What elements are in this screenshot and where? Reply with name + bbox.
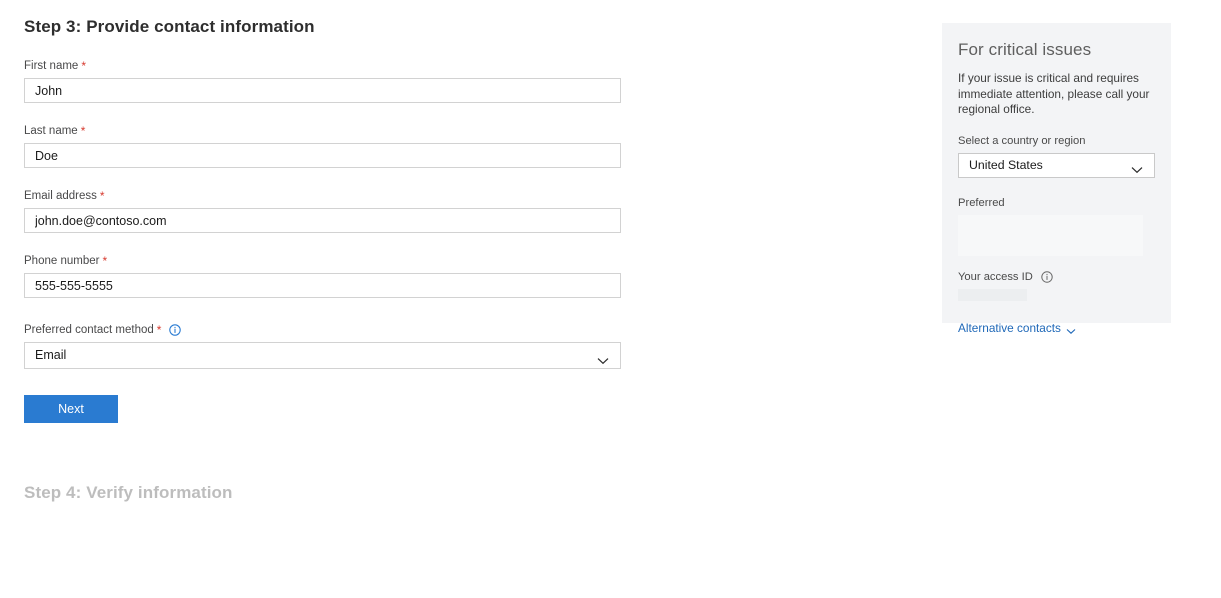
page-title: Step 3: Provide contact information (24, 17, 315, 36)
access-id-label: Your access ID (958, 270, 1155, 284)
alternative-contacts-link[interactable]: Alternative contacts (958, 321, 1076, 335)
step-4-title: Step 4: Verify information (24, 483, 233, 502)
preferred-value-placeholder (958, 214, 1143, 256)
label-text: Preferred (958, 196, 1005, 209)
next-button[interactable]: Next (24, 395, 118, 423)
field-first-name: First name * (24, 59, 624, 103)
preferred-contact-method-select[interactable]: Email (24, 342, 621, 369)
field-email-address: Email address * (24, 189, 624, 233)
country-select-value[interactable]: United States (958, 152, 1155, 178)
info-circle-icon[interactable] (169, 324, 182, 336)
preferred-contact-method-value[interactable]: Email (24, 342, 621, 369)
field-last-name: Last name * (24, 124, 624, 168)
contact-information-form: Step 3: Provide contact information Firs… (24, 0, 624, 504)
required-asterisk: * (81, 59, 86, 73)
required-asterisk: * (156, 323, 162, 337)
required-asterisk: * (102, 254, 108, 268)
field-label-last-name: Last name * (24, 124, 624, 138)
field-preferred-contact-method: Preferred contact method * Email (24, 323, 624, 369)
first-name-input[interactable] (24, 78, 621, 103)
info-circle-icon[interactable] (1041, 270, 1053, 283)
required-asterisk: * (80, 124, 86, 138)
panel-title: For critical issues (958, 40, 1092, 59)
field-label-phone-number: Phone number * (24, 254, 624, 268)
label-text: First name (24, 60, 79, 72)
panel-description: If your issue is critical and requires i… (958, 71, 1150, 116)
label-text: Preferred contact method (24, 324, 154, 336)
country-select-label: Select a country or region (958, 134, 1155, 148)
access-id-value-placeholder (958, 288, 1027, 301)
label-text: Email address (24, 190, 97, 202)
critical-issues-panel: For critical issues If your issue is cri… (942, 23, 1171, 335)
label-text: Phone number (24, 255, 100, 267)
country-select[interactable]: United States (958, 152, 1155, 178)
field-label-first-name: First name * (24, 59, 624, 73)
label-text: Select a country or region (958, 134, 1086, 147)
label-text: Your access ID (958, 270, 1033, 283)
email-address-input[interactable] (24, 208, 621, 233)
last-name-input[interactable] (24, 143, 621, 168)
field-label-email-address: Email address * (24, 189, 624, 203)
field-phone-number: Phone number * (24, 254, 624, 298)
phone-number-input[interactable] (24, 273, 621, 298)
label-text: Last name (24, 125, 78, 137)
alternative-contacts-label: Alternative contacts (958, 320, 1061, 335)
field-label-preferred-contact-method: Preferred contact method * (24, 323, 624, 337)
chevron-down-icon (1066, 324, 1076, 334)
required-asterisk: * (99, 189, 105, 203)
preferred-label: Preferred (958, 196, 1155, 210)
